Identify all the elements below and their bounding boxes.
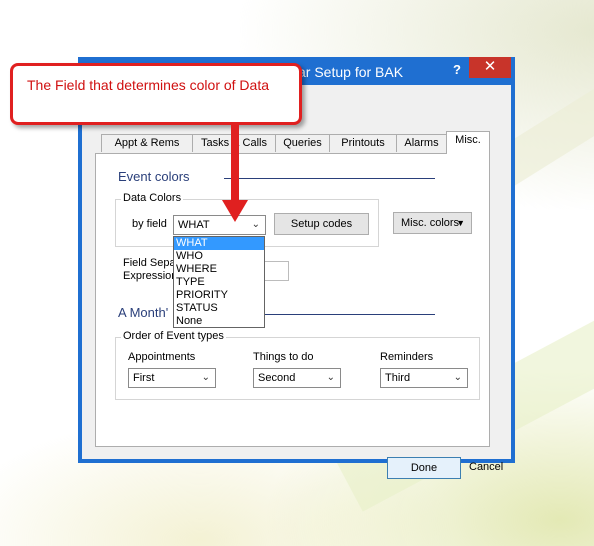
expression-label: Expression [123,270,178,282]
close-button[interactable]: ✕ [469,57,511,78]
annotation-callout: The Field that determines color of Data [10,63,302,125]
tab-misc[interactable]: Misc. [446,131,490,154]
dropdown-option-where[interactable]: WHERE [174,263,264,276]
dropdown-option-who[interactable]: WHO [174,250,264,263]
by-field-value: WHAT [178,219,210,231]
order-event-types-label: Order of Event types [121,330,226,342]
chevron-down-icon: ⌄ [453,372,462,383]
tab-queries[interactable]: Queries [275,134,330,152]
done-button[interactable]: Done [387,457,461,479]
field-separator-label: Field Sepa [123,257,176,269]
dialog-client-area: Appt & Rems Tasks & Calls Queries Printo… [82,85,511,479]
dropdown-option-what[interactable]: WHAT [174,237,264,250]
appointments-order-select[interactable]: First ⌄ [128,368,216,388]
help-button[interactable]: ? [447,60,467,80]
event-colors-title: Event colors [118,169,190,184]
things-to-do-order-value: Second [258,372,296,384]
misc-tab-panel: Event colors Data Colors by field WHAT ⌄… [95,153,490,447]
dropdown-option-type[interactable]: TYPE [174,276,264,289]
setup-codes-button[interactable]: Setup codes [274,213,369,235]
dropdown-option-priority[interactable]: PRIORITY [174,289,264,302]
reminders-label: Reminders [380,351,434,363]
misc-colors-label: Misc. colors [401,217,460,229]
tab-printouts[interactable]: Printouts [329,134,397,152]
dropdown-arrow-icon: ▼ [456,218,465,228]
tab-alarms[interactable]: Alarms [396,134,447,152]
callout-text: The Field that determines color of Data [27,77,270,93]
reminders-order-select[interactable]: Third ⌄ [380,368,468,388]
callout-arrow-icon [222,124,248,222]
dropdown-option-status[interactable]: STATUS [174,302,264,315]
cancel-button[interactable]: Cancel [469,461,503,473]
tab-appt-rems[interactable]: Appt & Rems [101,134,193,152]
data-colors-label: Data Colors [121,192,184,204]
chevron-down-icon: ⌄ [201,372,210,383]
things-to-do-order-select[interactable]: Second ⌄ [253,368,341,388]
order-event-types-group: Order of Event types Appointments First … [115,330,480,400]
by-field-dropdown-list: WHAT WHO WHERE TYPE PRIORITY STATUS None [173,236,265,328]
dropdown-option-none[interactable]: None [174,315,264,328]
section-divider [261,314,435,315]
chevron-down-icon: ⌄ [326,372,335,383]
reminders-order-value: Third [385,372,411,384]
appointments-order-value: First [133,372,155,384]
months-title: A Month' [118,305,169,320]
window-title: ar Setup for BAK [298,64,404,80]
section-divider [224,178,435,179]
appointments-label: Appointments [128,351,196,363]
by-field-label: by field [132,218,167,230]
misc-colors-button[interactable]: Misc. colors ▼ [393,212,472,234]
things-to-do-label: Things to do [253,351,314,363]
chevron-down-icon: ⌄ [251,219,260,230]
